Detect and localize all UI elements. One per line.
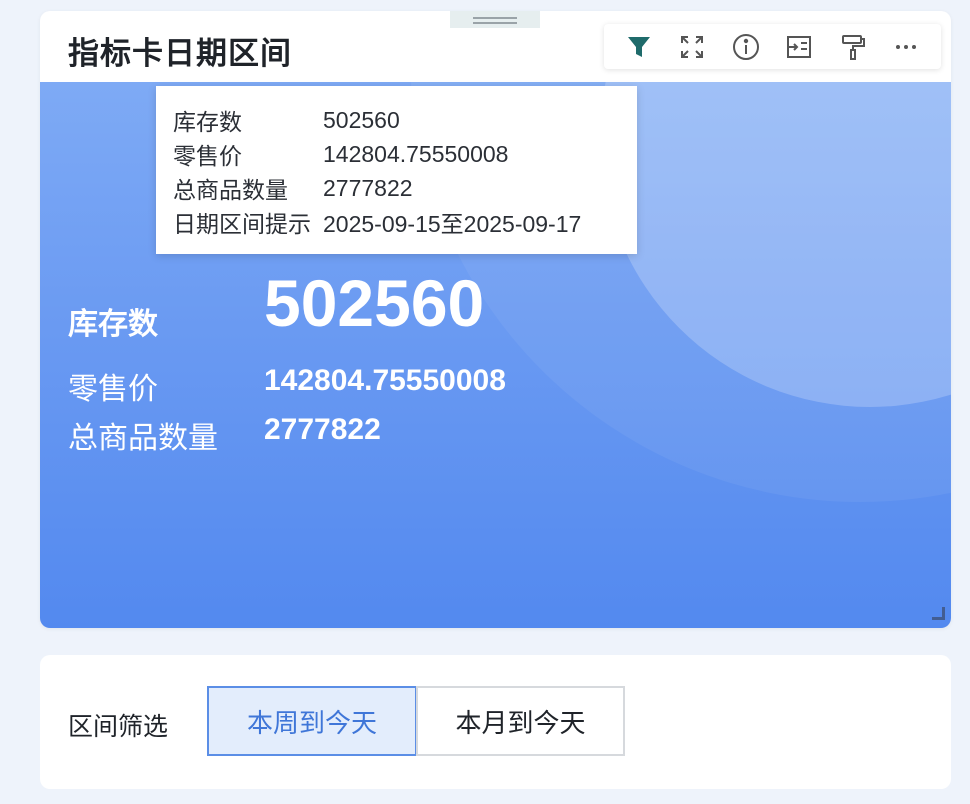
- secondary-metric-value: 142804.75550008: [264, 364, 506, 397]
- tooltip-key: 日期区间提示: [173, 211, 311, 237]
- tooltip-row: 零售价 142804.75550008: [173, 137, 637, 171]
- tooltip-row: 库存数 502560: [173, 103, 637, 137]
- tooltip-key: 库存数: [173, 109, 242, 135]
- filter-label: 区间筛选: [68, 713, 169, 741]
- tooltip-value: 2777822: [323, 174, 413, 201]
- info-icon[interactable]: [731, 32, 761, 62]
- tooltip: 库存数 502560 零售价 142804.75550008 总商品数量 277…: [156, 86, 637, 254]
- secondary-metric-label: 零售价: [68, 373, 158, 406]
- tooltip-value: 2025-09-15至2025-09-17: [323, 211, 582, 237]
- resize-handle[interactable]: [932, 607, 945, 620]
- tooltip-key: 零售价: [173, 143, 242, 169]
- card-toolbar: [604, 24, 941, 69]
- secondary-metric-label: 总商品数量: [68, 422, 218, 455]
- card-title: 指标卡日期区间: [68, 36, 292, 71]
- export-icon[interactable]: [784, 32, 814, 62]
- this-month-to-today-button[interactable]: 本月到今天: [416, 686, 625, 756]
- tooltip-value: 142804.75550008: [323, 140, 509, 167]
- tooltip-key: 总商品数量: [173, 177, 288, 203]
- format-brush-icon[interactable]: [838, 32, 868, 62]
- tooltip-row: 日期区间提示 2025-09-15至2025-09-17: [173, 205, 637, 239]
- range-filter-card: 区间筛选 本周到今天 本月到今天: [40, 655, 951, 789]
- more-icon[interactable]: [891, 32, 921, 62]
- tooltip-value: 502560: [323, 106, 400, 133]
- primary-metric-label: 库存数: [68, 308, 158, 341]
- primary-metric-value: 502560: [264, 266, 485, 340]
- filter-icon[interactable]: [624, 32, 654, 62]
- fullscreen-icon[interactable]: [677, 32, 707, 62]
- drag-handle[interactable]: [450, 11, 540, 28]
- this-week-to-today-button[interactable]: 本周到今天: [207, 686, 417, 756]
- tooltip-row: 总商品数量 2777822: [173, 171, 637, 205]
- secondary-metric-value: 2777822: [264, 413, 381, 446]
